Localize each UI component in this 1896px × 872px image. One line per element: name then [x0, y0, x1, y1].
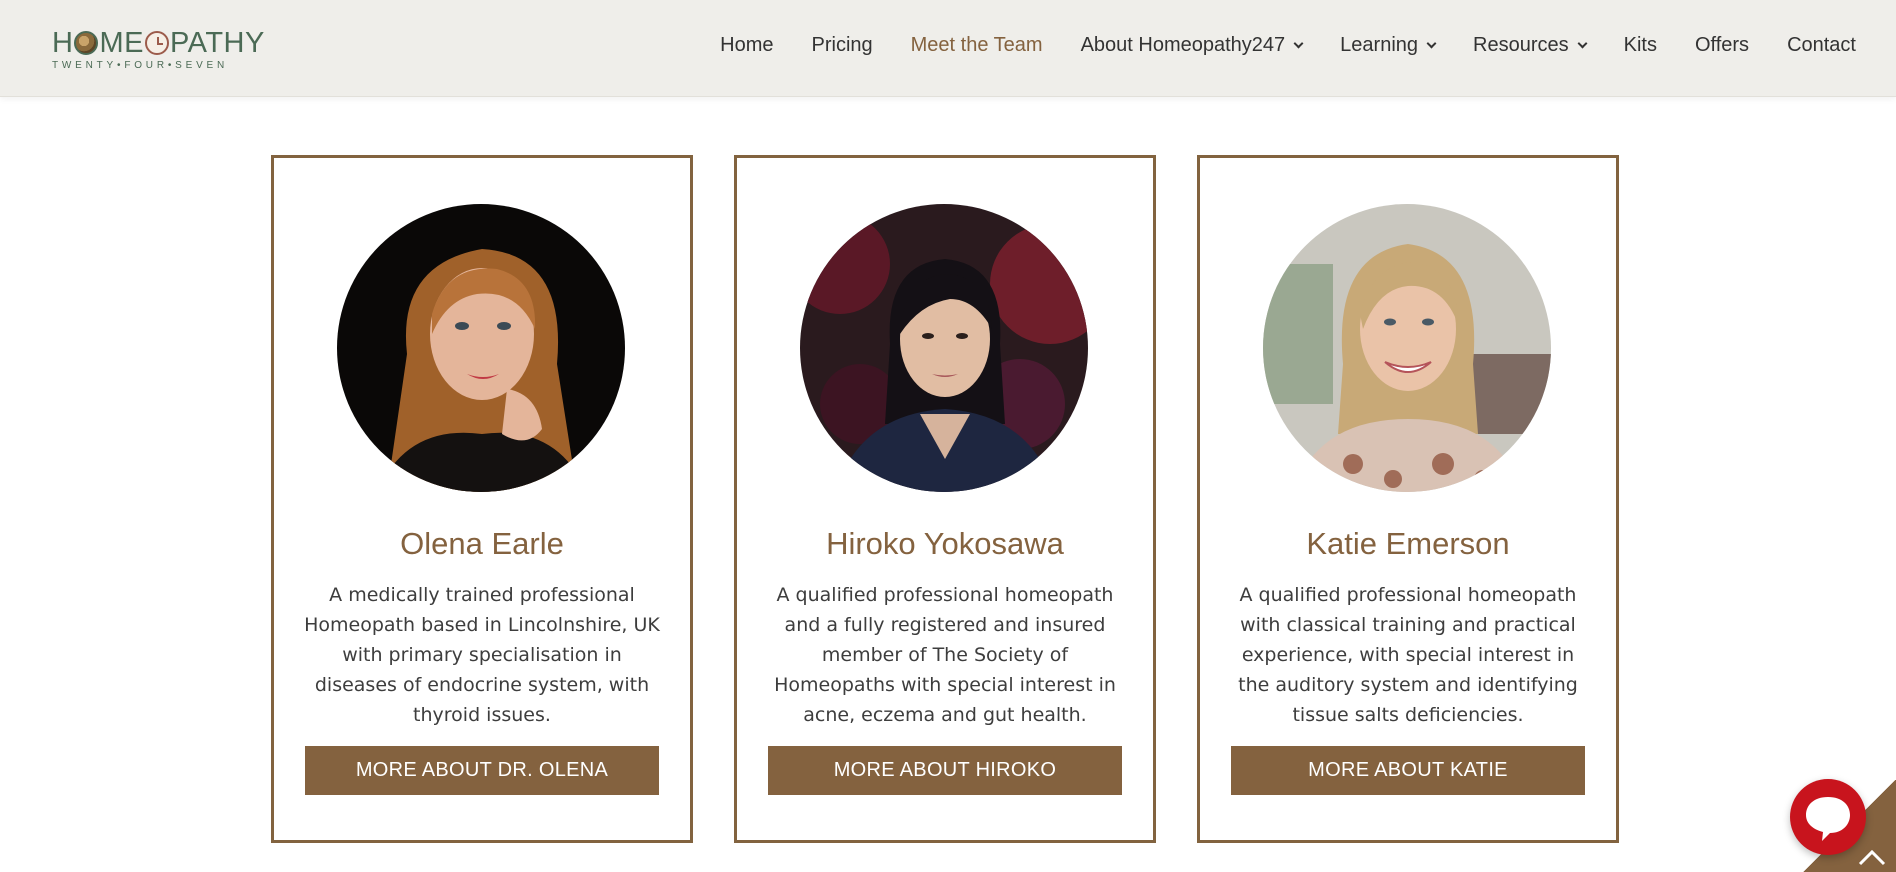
member-bio: A medically trained professional Homeopa…	[304, 584, 660, 726]
chevron-down-icon	[1577, 38, 1588, 48]
team-cards: Olena Earle A medically trained professi…	[271, 155, 1619, 843]
nav-pricing-label: Pricing	[811, 34, 873, 56]
nav-contact-label: Contact	[1787, 34, 1856, 56]
avatar-katie	[1263, 204, 1551, 492]
more-about-olena-button[interactable]: MORE ABOUT DR. OLENA	[305, 746, 659, 795]
nav-home[interactable]: Home	[720, 34, 773, 57]
main-nav: Home Pricing Meet the Team About Homeopa…	[682, 34, 1856, 57]
clock-icon	[144, 31, 169, 55]
nav-about[interactable]: About Homeopathy247	[1080, 34, 1304, 57]
member-bio: A qualified professional homeopath with …	[1238, 584, 1578, 726]
nav-resources[interactable]: Resources	[1473, 34, 1588, 57]
team-card-katie: Katie Emerson A qualified professional h…	[1197, 155, 1619, 843]
portrait-hiroko	[800, 204, 1088, 492]
chat-widget-button[interactable]	[1790, 779, 1866, 855]
nav-pricing[interactable]: Pricing	[812, 34, 873, 57]
member-name: Hiroko Yokosawa	[826, 526, 1064, 561]
portrait-katie	[1263, 204, 1551, 492]
more-about-hiroko-button[interactable]: MORE ABOUT HIROKO	[768, 746, 1122, 795]
site-header: H ME PATHY TWENTY•FOUR•SEVEN Home Pricing …	[0, 0, 1896, 97]
nav-resources-label: Resources	[1473, 34, 1569, 56]
member-name: Olena Earle	[400, 526, 564, 561]
nav-meet-the-team-label: Meet the Team	[910, 34, 1043, 56]
nav-meet-the-team[interactable]: Meet the Team	[911, 34, 1043, 57]
team-card-olena: Olena Earle A medically trained professi…	[271, 155, 693, 843]
site-logo[interactable]: H ME PATHY TWENTY•FOUR•SEVEN	[52, 28, 272, 76]
chat-bubble-icon	[1806, 797, 1850, 841]
more-about-katie-button[interactable]: MORE ABOUT KATIE	[1231, 746, 1585, 795]
nav-kits[interactable]: Kits	[1624, 34, 1657, 57]
globe-icon	[74, 31, 99, 55]
avatar-olena	[337, 204, 625, 492]
member-bio: A qualified professional homeopath and a…	[774, 584, 1116, 726]
portrait-olena	[337, 204, 625, 492]
chevron-down-icon	[1293, 38, 1304, 48]
avatar-hiroko	[800, 204, 1088, 492]
nav-learning-label: Learning	[1340, 34, 1419, 56]
nav-kits-label: Kits	[1623, 34, 1657, 56]
team-card-hiroko: Hiroko Yokosawa A qualified professional…	[734, 155, 1156, 843]
nav-about-label: About Homeopathy247	[1080, 34, 1286, 56]
nav-offers-label: Offers	[1694, 34, 1750, 56]
nav-home-label: Home	[720, 34, 774, 56]
nav-learning[interactable]: Learning	[1340, 34, 1437, 57]
nav-contact[interactable]: Contact	[1787, 34, 1856, 57]
chevron-down-icon	[1426, 38, 1437, 48]
nav-offers[interactable]: Offers	[1695, 34, 1749, 57]
logo-tagline: TWENTY•FOUR•SEVEN	[52, 60, 229, 71]
member-name: Katie Emerson	[1306, 526, 1510, 561]
logo-wordmark: H ME PATHY	[52, 27, 265, 59]
